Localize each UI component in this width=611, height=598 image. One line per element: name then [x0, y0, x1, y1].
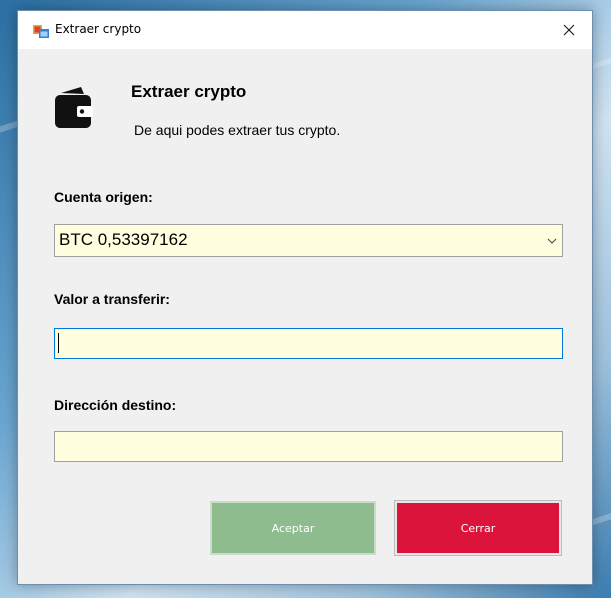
source-account-dropdown[interactable]: BTC 0,53397162 [54, 224, 563, 257]
page-title: Extraer crypto [131, 82, 247, 101]
text-caret [58, 333, 59, 353]
title-bar[interactable]: Extraer crypto [18, 11, 592, 49]
wallet-icon [55, 87, 93, 128]
window-title: Extraer crypto [55, 22, 142, 36]
destination-label: Dirección destino: [54, 397, 177, 413]
page-subtitle: De aqui podes extraer tus crypto. [134, 122, 341, 138]
dialog-window: Extraer crypto Extraer crypto De aqui po… [17, 10, 593, 585]
source-account-label: Cuenta origen: [54, 189, 153, 205]
amount-input[interactable] [54, 328, 563, 359]
chevron-down-icon [547, 238, 557, 244]
source-account-value: BTC 0,53397162 [59, 230, 188, 249]
close-icon [563, 24, 575, 36]
amount-label: Valor a transferir: [54, 291, 170, 307]
close-window-button[interactable] [546, 11, 592, 49]
destination-address-input[interactable] [54, 431, 563, 462]
dropdown-arrow[interactable] [542, 225, 562, 256]
close-button[interactable]: Cerrar [394, 500, 562, 556]
app-window-icon [33, 25, 49, 38]
accept-button[interactable]: Aceptar [210, 501, 376, 555]
